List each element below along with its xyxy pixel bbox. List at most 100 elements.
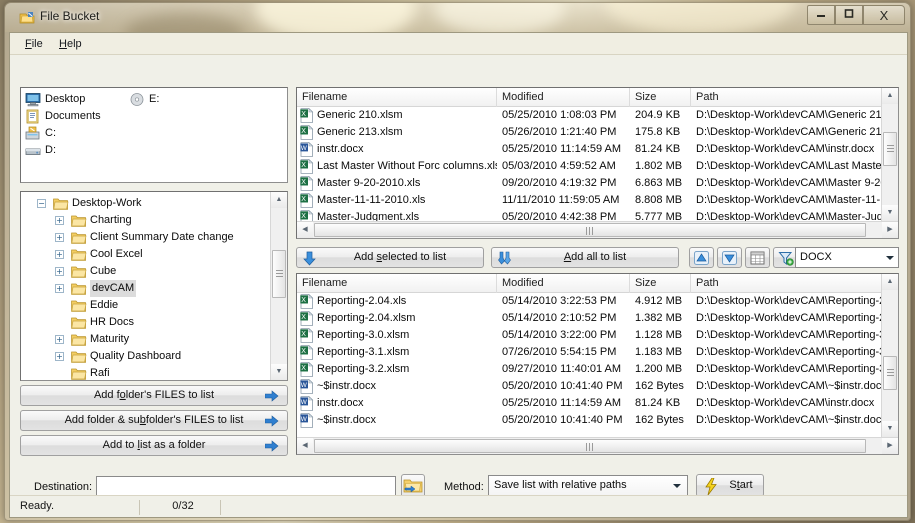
scroll-left-arrow[interactable]: ◀: [297, 222, 313, 238]
target-list-vertical-scrollbar[interactable]: ▲ ▼: [881, 274, 898, 454]
destination-input[interactable]: [96, 476, 396, 496]
target-file-list[interactable]: Filename Modified Size Path X Reporting-2.04…: [296, 273, 899, 455]
file-row[interactable]: X Master 9-20-2010.xls 09/20/2010 4:19:32 …: [297, 175, 881, 192]
tree-node-charting[interactable]: + Charting: [21, 212, 270, 229]
column-header-path[interactable]: Path: [691, 274, 883, 293]
file-row[interactable]: X Reporting-2.04.xls 05/14/2010 3:22:53 PM…: [297, 293, 881, 310]
folder-icon: [71, 334, 87, 346]
scroll-up-arrow[interactable]: ▲: [882, 88, 898, 104]
expand-icon[interactable]: +: [55, 352, 64, 361]
tree-node-cube[interactable]: + Cube: [21, 263, 270, 280]
file-modified: 05/20/2010 10:41:40 PM: [502, 380, 623, 392]
scroll-right-arrow[interactable]: ▶: [882, 438, 898, 454]
file-row[interactable]: X Master-11-11-2010.xls 11/11/2010 11:59:0…: [297, 192, 881, 209]
file-row[interactable]: X Reporting-3.2.xlsm 09/27/2010 11:40:01 A…: [297, 361, 881, 378]
tree-node-rafi[interactable]: Rafi: [21, 365, 270, 380]
tree-node-cool-excel[interactable]: + Cool Excel: [21, 246, 270, 263]
scroll-down-arrow[interactable]: ▼: [882, 205, 898, 221]
source-list-vertical-scrollbar[interactable]: ▲ ▼: [881, 88, 898, 238]
file-row[interactable]: X Reporting-2.04.xlsm 05/14/2010 2:10:52 P…: [297, 310, 881, 327]
tree-vertical-scrollbar[interactable]: ▲ ▼: [270, 192, 287, 380]
tree-node-label: Charting: [90, 214, 132, 226]
scroll-thumb[interactable]: [883, 356, 897, 390]
column-header-filename[interactable]: Filename: [297, 274, 497, 293]
scroll-thumb[interactable]: [314, 439, 866, 453]
scroll-thumb[interactable]: [883, 132, 897, 166]
drives-panel[interactable]: Desktop Documents C: D: E:: [20, 87, 288, 183]
collapse-icon[interactable]: −: [37, 199, 46, 208]
application-window: File Bucket X File Help Desktop Documents…: [4, 2, 911, 521]
expand-icon[interactable]: +: [55, 250, 64, 259]
file-row[interactable]: X Last Master Without Forc columns.xls 05/…: [297, 158, 881, 175]
start-button[interactable]: Start: [696, 474, 764, 497]
add-folder-subfolder-files-button[interactable]: Add folder & subfolder's FILES to list: [20, 410, 288, 431]
scroll-down-arrow[interactable]: ▼: [882, 421, 898, 437]
file-row[interactable]: X Master-Judgment.xls 05/20/2010 4:42:38 P…: [297, 209, 881, 221]
tree-node-desktop-work[interactable]: − Desktop-Work: [21, 195, 270, 212]
folder-tree-panel[interactable]: − Desktop-Work + Charting + Client Summary Da…: [20, 191, 288, 381]
column-header-modified[interactable]: Modified: [497, 88, 630, 107]
add-folder-files-button[interactable]: Add folder's FILES to list: [20, 385, 288, 406]
move-down-button[interactable]: [717, 247, 742, 268]
maximize-button[interactable]: [835, 5, 863, 25]
excel-icon: X: [300, 108, 314, 123]
file-row[interactable]: Winstr.docx 05/25/2010 11:14:59 AM 81.24 K…: [297, 141, 881, 158]
expand-icon[interactable]: +: [55, 233, 64, 242]
scroll-up-arrow[interactable]: ▲: [882, 274, 898, 290]
expand-icon[interactable]: +: [55, 267, 64, 276]
tree-node-label: Maturity: [90, 333, 130, 345]
title-bar: File Bucket X: [5, 3, 910, 32]
column-header-size[interactable]: Size: [630, 274, 691, 293]
source-list-horizontal-scrollbar[interactable]: ◀ ▶: [297, 221, 898, 238]
tree-node-maturity[interactable]: + Maturity: [21, 331, 270, 348]
tree-node-quality-dashboard[interactable]: + Quality Dashboard: [21, 348, 270, 365]
file-row[interactable]: W ~$instr.docx 05/20/2010 10:41:40 PM 162 B…: [297, 412, 881, 429]
minimize-button[interactable]: [807, 5, 835, 25]
expand-icon[interactable]: +: [55, 284, 64, 293]
word-icon: W: [300, 413, 314, 428]
close-button[interactable]: X: [863, 5, 905, 25]
scroll-up-arrow[interactable]: ▲: [271, 192, 287, 208]
file-row[interactable]: Winstr.docx 05/25/2010 11:14:59 AM 81.24 K…: [297, 395, 881, 412]
column-header-path[interactable]: Path: [691, 88, 883, 107]
file-row[interactable]: W ~$instr.docx 05/20/2010 10:41:40 PM 162 B…: [297, 378, 881, 395]
scroll-down-arrow[interactable]: ▼: [271, 364, 287, 380]
scroll-right-arrow[interactable]: ▶: [882, 222, 898, 238]
column-header-filename[interactable]: Filename: [297, 88, 497, 107]
file-name: Reporting-3.2.xlsm: [317, 363, 410, 375]
menu-item-file[interactable]: File: [20, 37, 48, 51]
file-row[interactable]: X Reporting-3.1.xlsm 07/26/2010 5:54:15 PM…: [297, 344, 881, 361]
tree-node-hr-docs[interactable]: HR Docs: [21, 314, 270, 331]
target-list-body[interactable]: X Reporting-2.04.xls 05/14/2010 3:22:53 PM…: [297, 293, 881, 437]
column-header-size[interactable]: Size: [630, 88, 691, 107]
add-all-to-list-button[interactable]: Add all to list: [491, 247, 679, 268]
source-file-list[interactable]: Filename Modified Size Path X Generic 210.xl…: [296, 87, 899, 239]
file-row[interactable]: X Generic 210.xlsm 05/25/2010 1:08:03 PM 20…: [297, 107, 881, 124]
source-list-body[interactable]: X Generic 210.xlsm 05/25/2010 1:08:03 PM 20…: [297, 107, 881, 221]
add-as-folder-button[interactable]: Add to list as a folder: [20, 435, 288, 456]
expand-icon[interactable]: +: [55, 216, 64, 225]
file-path: D:\Desktop-Work\devCAM\~$instr.docx: [696, 380, 881, 392]
file-size: 1.128 MB: [635, 329, 683, 341]
scroll-thumb[interactable]: [314, 223, 866, 237]
filter-extension-combo[interactable]: DOCX: [795, 247, 899, 268]
blue-right-arrow-icon: [265, 390, 279, 402]
tree-node-eddie[interactable]: Eddie: [21, 297, 270, 314]
scroll-left-arrow[interactable]: ◀: [297, 438, 313, 454]
move-up-button[interactable]: [689, 247, 714, 268]
add-selected-to-list-button[interactable]: Add selected to list: [296, 247, 484, 268]
menu-item-help[interactable]: Help: [54, 37, 87, 51]
file-size: 1.802 MB: [635, 160, 683, 172]
scroll-thumb[interactable]: [272, 250, 286, 298]
method-combo[interactable]: Save list with relative paths: [488, 475, 688, 496]
drive-label: D:: [45, 144, 56, 156]
target-list-horizontal-scrollbar[interactable]: ◀ ▶: [297, 437, 898, 454]
file-row[interactable]: X Reporting-3.0.xlsm 05/14/2010 3:22:00 PM…: [297, 327, 881, 344]
expand-icon[interactable]: +: [55, 335, 64, 344]
grid-view-button[interactable]: [745, 247, 770, 268]
folder-icon: [71, 215, 87, 227]
tree-node-client-summary-date-change[interactable]: + Client Summary Date change: [21, 229, 270, 246]
file-row[interactable]: X Generic 213.xlsm 05/26/2010 1:21:40 PM 17…: [297, 124, 881, 141]
column-header-modified[interactable]: Modified: [497, 274, 630, 293]
tree-node-devcam[interactable]: + devCAM: [21, 280, 270, 297]
